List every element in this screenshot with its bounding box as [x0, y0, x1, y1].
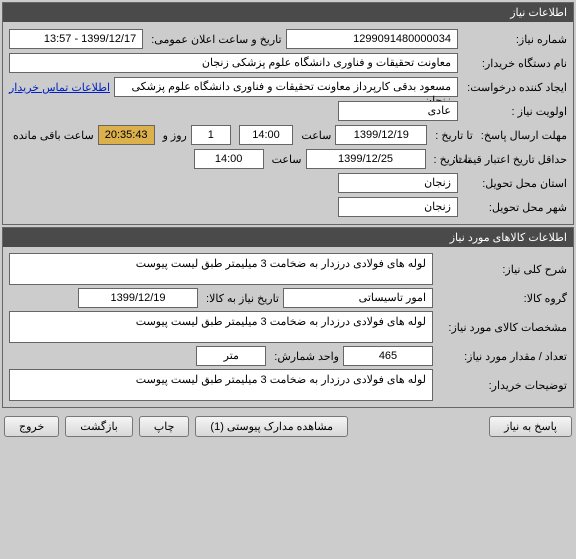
unit-value: متر	[196, 346, 266, 366]
city-label: شهر محل تحویل:	[462, 201, 567, 214]
minvalid-time: 14:00	[194, 149, 264, 169]
priority-value: عادی	[338, 101, 458, 121]
goods-info-header: اطلاعات کالاهای مورد نیاز	[3, 228, 573, 247]
org-value: معاونت تحقیقات و فناوری دانشگاه علوم پزش…	[9, 53, 458, 73]
days-remaining: 1	[191, 125, 231, 145]
req-num-value: 1299091480000034	[286, 29, 458, 49]
announce-label: تاریخ و ساعت اعلان عمومی:	[147, 33, 281, 46]
contact-link[interactable]: اطلاعات تماس خریدار	[9, 81, 110, 94]
announce-value: 1399/12/17 - 13:57	[9, 29, 143, 49]
respond-button[interactable]: پاسخ به نیاز	[489, 416, 572, 437]
need-info-body: شماره نیاز: 1299091480000034 تاریخ و ساع…	[3, 22, 573, 224]
goods-info-body: شرح کلی نیاز: لوله های فولادی درزدار به …	[3, 247, 573, 407]
needdate-value: 1399/12/19	[78, 288, 198, 308]
countdown-timer: 20:35:43	[98, 125, 155, 145]
remain-suffix: ساعت باقی مانده	[9, 129, 94, 142]
desc-label: شرح کلی نیاز:	[437, 263, 567, 276]
creator-value: مسعود بدقی کارپرداز معاونت تحقیقات و فنا…	[114, 77, 458, 97]
minvalid-date: 1399/12/25	[306, 149, 426, 169]
deadline-to-label: تا تاریخ :	[431, 129, 472, 142]
deadline-time: 14:00	[239, 125, 294, 145]
spec-value: لوله های فولادی درزدار به ضخامت 3 میلیمت…	[9, 311, 433, 343]
org-label: نام دستگاه خریدار:	[462, 57, 567, 70]
minvalid-to-label: تا تاریخ :	[430, 153, 471, 166]
req-num-label: شماره نیاز:	[462, 33, 567, 46]
deadline-time-label: ساعت	[297, 129, 331, 142]
deadline-label: مهلت ارسال پاسخ:	[477, 129, 567, 142]
button-bar: خروج بازگشت چاپ مشاهده مدارک پیوستی (1) …	[0, 410, 576, 443]
unit-label: واحد شمارش:	[270, 350, 339, 363]
minvalid-label: حداقل تاریخ اعتبار قیمت:	[475, 153, 567, 166]
province-value: زنجان	[338, 173, 458, 193]
needdate-label: تاریخ نیاز به کالا:	[202, 292, 279, 305]
province-label: استان محل تحویل:	[462, 177, 567, 190]
desc-value: لوله های فولادی درزدار به ضخامت 3 میلیمت…	[9, 253, 433, 285]
priority-label: اولویت نیاز :	[462, 105, 567, 118]
need-info-header: اطلاعات نیاز	[3, 3, 573, 22]
deadline-date: 1399/12/19	[335, 125, 427, 145]
back-button[interactable]: بازگشت	[65, 416, 133, 437]
qty-value: 465	[343, 346, 433, 366]
print-button[interactable]: چاپ	[139, 416, 190, 437]
buyernotes-label: توضیحات خریدار:	[437, 379, 567, 392]
days-suffix: روز و	[159, 129, 187, 142]
goods-info-panel: اطلاعات کالاهای مورد نیاز شرح کلی نیاز: …	[2, 227, 574, 408]
city-value: زنجان	[338, 197, 458, 217]
attachments-button[interactable]: مشاهده مدارک پیوستی (1)	[195, 416, 348, 437]
spec-label: مشخصات کالای مورد نیاز:	[437, 321, 567, 334]
exit-button[interactable]: خروج	[4, 416, 59, 437]
group-value: امور تاسیساتی	[283, 288, 433, 308]
need-info-panel: اطلاعات نیاز شماره نیاز: 129909148000003…	[2, 2, 574, 225]
qty-label: تعداد / مقدار مورد نیاز:	[437, 350, 567, 363]
buyernotes-value: لوله های فولادی درزدار به ضخامت 3 میلیمت…	[9, 369, 433, 401]
creator-label: ایجاد کننده درخواست:	[462, 81, 567, 94]
minvalid-time-label: ساعت	[268, 153, 302, 166]
group-label: گروه کالا:	[437, 292, 567, 305]
